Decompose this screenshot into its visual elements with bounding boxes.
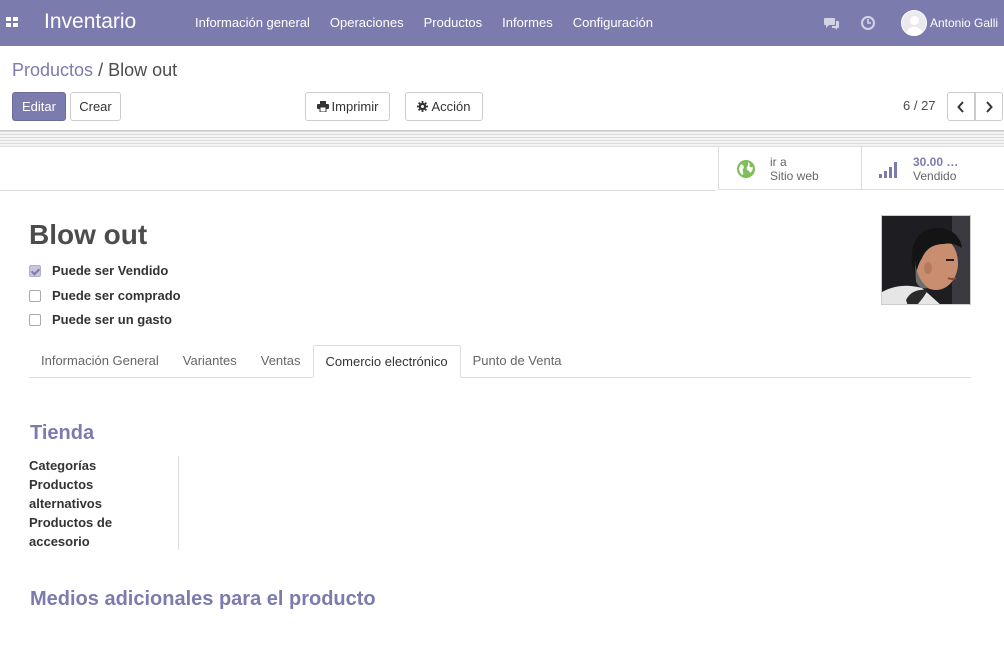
- shop-fields: Categorías Productos alternativos Produc…: [29, 456, 179, 550]
- tab-sales[interactable]: Ventas: [249, 345, 313, 377]
- user-menu[interactable]: Antonio Galli: [901, 10, 998, 36]
- tab-variants[interactable]: Variantes: [171, 345, 249, 377]
- media-section-title: Medios adicionales para el producto: [30, 588, 376, 610]
- shop-section-title: Tienda: [30, 422, 95, 444]
- field-label-alternative-products: Productos alternativos: [29, 477, 102, 511]
- clock-icon[interactable]: [860, 15, 876, 31]
- product-image[interactable]: [881, 215, 971, 305]
- user-name: Antonio Galli: [930, 16, 999, 30]
- tab-ecommerce[interactable]: Comercio electrónico: [312, 345, 461, 378]
- can-be-sold-checkbox[interactable]: [29, 264, 41, 277]
- gear-icon: [417, 101, 429, 112]
- product-name[interactable]: Blow out: [29, 219, 147, 251]
- can-be-purchased-label: Puede ser comprado: [52, 288, 181, 303]
- avatar: [901, 10, 927, 36]
- action-label: Acción: [431, 99, 471, 114]
- breadcrumb-separator: /: [98, 60, 104, 80]
- tab-general-info[interactable]: Información General: [29, 345, 171, 377]
- breadcrumb-parent[interactable]: Productos: [12, 60, 93, 80]
- print-icon: [316, 101, 329, 112]
- tab-point-of-sale[interactable]: Punto de Venta: [461, 345, 574, 377]
- top-navbar: Inventario Información general Operacion…: [0, 0, 1004, 46]
- chevron-left-icon: [957, 100, 964, 113]
- sold-smart-button[interactable]: 30.00 … Vendido: [861, 147, 1004, 190]
- can-be-sold-label: Puede ser Vendido: [52, 263, 169, 278]
- action-button[interactable]: Acción: [405, 92, 483, 121]
- website-line1: ir a: [770, 154, 787, 169]
- menu-item-products[interactable]: Productos: [414, 0, 493, 46]
- smart-button-box: ir a Sitio web 30.00 … Vendido: [718, 147, 1004, 190]
- breadcrumb-current: Blow out: [108, 60, 178, 80]
- can-be-purchased-checkbox-row[interactable]: Puede ser comprado: [29, 288, 181, 303]
- edit-button[interactable]: Editar: [12, 92, 66, 121]
- can-be-sold-checkbox-row[interactable]: Puede ser Vendido: [29, 263, 168, 278]
- print-button[interactable]: Imprimir: [305, 92, 390, 121]
- sold-value: 30.00 …: [913, 154, 959, 169]
- create-button[interactable]: Crear: [70, 92, 121, 121]
- product-photo: [882, 216, 970, 304]
- menu-item-settings[interactable]: Configuración: [563, 0, 663, 46]
- can-be-expensed-checkbox-row[interactable]: Puede ser un gasto: [29, 312, 172, 327]
- notebook-tabs: Información General Variantes Ventas Com…: [29, 345, 971, 378]
- can-be-expensed-checkbox[interactable]: [29, 313, 41, 326]
- apps-icon[interactable]: [6, 17, 18, 27]
- pager-previous-button[interactable]: [947, 92, 975, 121]
- print-label: Imprimir: [331, 99, 379, 114]
- pager-next-button[interactable]: [975, 92, 1003, 121]
- can-be-expensed-label: Puede ser un gasto: [52, 312, 172, 327]
- globe-icon: [737, 159, 755, 178]
- breadcrumb: Productos / Blow out: [12, 60, 177, 81]
- sold-label: Vendido: [913, 168, 957, 183]
- main-menu: Información general Operaciones Producto…: [185, 0, 663, 46]
- app-title: Inventario: [44, 10, 137, 33]
- menu-item-general[interactable]: Información general: [185, 0, 320, 46]
- can-be-purchased-checkbox[interactable]: [29, 289, 41, 302]
- menu-item-operations[interactable]: Operaciones: [320, 0, 414, 46]
- control-panel-divider: [0, 130, 1004, 146]
- menu-item-reports[interactable]: Informes: [492, 0, 563, 46]
- chevron-right-icon: [986, 100, 993, 113]
- button-box-divider: [0, 190, 716, 191]
- form-sheet: ir a Sitio web 30.00 … Vendido Blow out …: [0, 146, 1004, 650]
- field-label-categories: Categorías: [29, 458, 97, 473]
- field-label-accessory-products: Productos de accesorio: [29, 515, 113, 549]
- website-smart-button[interactable]: ir a Sitio web: [718, 147, 861, 190]
- website-line2: Sitio web: [770, 168, 819, 183]
- signal-icon: [879, 161, 897, 178]
- chat-icon[interactable]: [824, 15, 840, 31]
- pager-value[interactable]: 6 / 27: [903, 98, 936, 113]
